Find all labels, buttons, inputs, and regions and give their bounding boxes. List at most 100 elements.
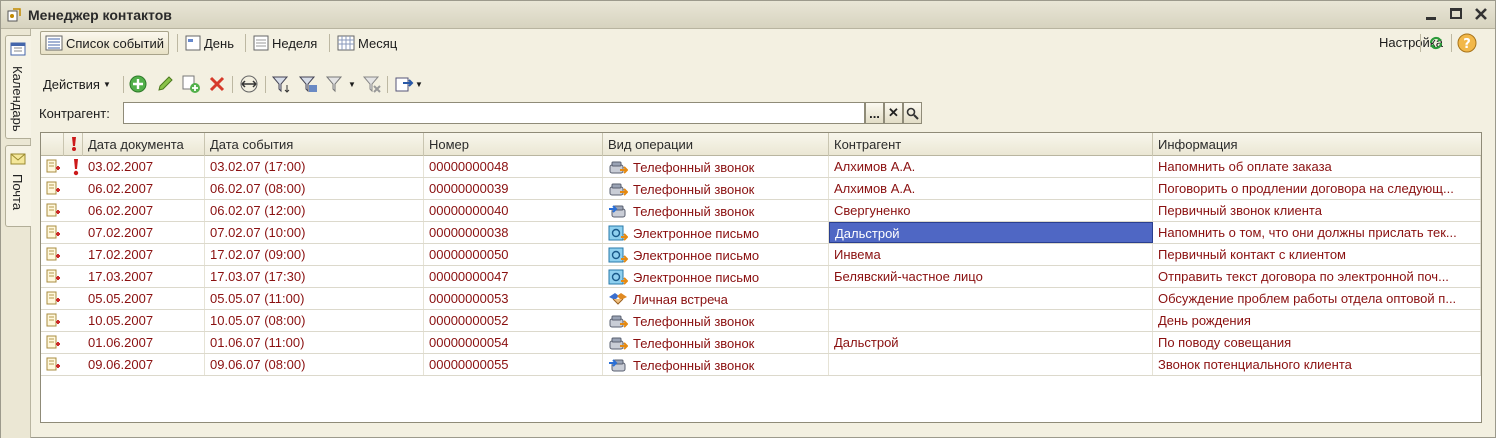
number-cell[interactable]: 00000000050 [424,244,603,265]
table-row[interactable]: 01.06.2007 01.06.07 (11:00) 00000000054 Тел… [41,332,1481,354]
clear-button[interactable]: ✕ [884,102,903,124]
operation-type-cell[interactable]: Телефонный звонок [603,310,829,331]
counterparty-cell[interactable] [829,288,1153,309]
event-date-cell[interactable]: 10.05.07 (08:00) [205,310,424,331]
counterparty-cell[interactable]: Белявский-частное лицо [829,266,1153,287]
operation-type-cell[interactable]: Телефонный звонок [603,332,829,353]
header-information[interactable]: Информация [1153,133,1481,156]
number-cell[interactable]: 00000000038 [424,222,603,243]
help-icon[interactable]: ? [1457,33,1477,53]
filter-icon[interactable] [270,73,292,95]
tab-mail[interactable]: Почта [5,145,31,227]
information-cell[interactable]: Напомнить о том, что они должны прислать… [1153,222,1481,243]
delete-icon[interactable] [208,73,226,95]
number-cell[interactable]: 00000000047 [424,266,603,287]
view-week-button[interactable]: Неделя [249,31,321,55]
information-cell[interactable]: Отправить текст договора по электронной … [1153,266,1481,287]
event-date-cell[interactable]: 05.05.07 (11:00) [205,288,424,309]
header-doc-date[interactable]: Дата документа [83,133,205,156]
number-cell[interactable]: 00000000054 [424,332,603,353]
number-cell[interactable]: 00000000039 [424,178,603,199]
counterparty-cell[interactable]: Алхимов А.А. [829,178,1153,199]
operation-type-cell[interactable]: Электронное письмо [603,222,829,243]
event-date-cell[interactable]: 06.02.07 (12:00) [205,200,424,221]
doc-date-cell[interactable]: 17.03.2007 [83,266,205,287]
table-row[interactable]: 05.05.2007 05.05.07 (11:00) 00000000053 Лич… [41,288,1481,310]
counterparty-input[interactable] [123,102,865,124]
edit-pencil-icon[interactable] [156,73,174,95]
copy-icon[interactable] [181,73,201,95]
doc-date-cell[interactable]: 01.06.2007 [83,332,205,353]
operation-type-cell[interactable]: Электронное письмо [603,266,829,287]
select-ellipsis-button[interactable]: ... [865,102,884,124]
close-icon[interactable] [1473,6,1489,22]
doc-date-cell[interactable]: 05.05.2007 [83,288,205,309]
information-cell[interactable]: Напомнить об оплате заказа [1153,156,1481,177]
table-row[interactable]: 10.05.2007 10.05.07 (08:00) 00000000052 Тел… [41,310,1481,332]
add-icon[interactable] [128,73,148,95]
operation-type-cell[interactable]: Личная встреча [603,288,829,309]
header-counterparty[interactable]: Контрагент [829,133,1153,156]
actions-menu-button[interactable]: Действия ▼ [43,73,111,95]
number-cell[interactable]: 00000000052 [424,310,603,331]
event-date-cell[interactable]: 17.03.07 (17:30) [205,266,424,287]
header-operation-type[interactable]: Вид операции [603,133,829,156]
print-icon[interactable] [393,73,415,95]
number-cell[interactable]: 00000000040 [424,200,603,221]
table-row[interactable]: 06.02.2007 06.02.07 (12:00) 00000000040 Тел… [41,200,1481,222]
information-cell[interactable]: Поговорить о продлении договора на следу… [1153,178,1481,199]
information-cell[interactable]: Обсуждение проблем работы отдела оптовой… [1153,288,1481,309]
counterparty-cell[interactable]: Свергуненко [829,200,1153,221]
counterparty-cell[interactable]: Инвема [829,244,1153,265]
header-event-date[interactable]: Дата события [205,133,424,156]
filter-history-icon[interactable] [324,73,346,95]
doc-date-cell[interactable]: 09.06.2007 [83,354,205,375]
number-cell[interactable]: 00000000048 [424,156,603,177]
counterparty-cell[interactable]: Дальстрой [829,332,1153,353]
event-date-cell[interactable]: 07.02.07 (10:00) [205,222,424,243]
view-event-list-button[interactable]: Список событий [40,31,170,55]
dropdown-arrow-icon[interactable]: ▼ [348,73,356,95]
filter-select-icon[interactable] [297,73,319,95]
header-number[interactable]: Номер [424,133,603,156]
table-row[interactable]: 06.02.2007 06.02.07 (08:00) 00000000039 Тел… [41,178,1481,200]
maximize-icon[interactable] [1448,6,1464,22]
search-button[interactable] [903,102,922,124]
operation-type-cell[interactable]: Телефонный звонок [603,178,829,199]
view-month-button[interactable]: Месяц [333,31,401,55]
number-cell[interactable]: 00000000053 [424,288,603,309]
refresh-icon[interactable] [1426,33,1446,53]
table-row[interactable]: 03.02.2007 03.02.07 (17:00) 00000000048 Тел… [41,156,1481,178]
minimize-icon[interactable] [1423,6,1439,22]
dropdown-arrow-icon[interactable]: ▼ [415,73,423,95]
event-date-cell[interactable]: 01.06.07 (11:00) [205,332,424,353]
counterparty-cell[interactable] [829,310,1153,331]
information-cell[interactable]: Первичный звонок клиента [1153,200,1481,221]
tab-calendar[interactable]: Календарь [5,35,31,139]
table-row[interactable]: 09.06.2007 09.06.07 (08:00) 00000000055 Тел… [41,354,1481,376]
event-date-cell[interactable]: 06.02.07 (08:00) [205,178,424,199]
operation-type-cell[interactable]: Телефонный звонок [603,354,829,375]
view-day-button[interactable]: День [181,31,238,55]
event-date-cell[interactable]: 03.02.07 (17:00) [205,156,424,177]
doc-date-cell[interactable]: 17.02.2007 [83,244,205,265]
information-cell[interactable]: Первичный контакт с клиентом [1153,244,1481,265]
event-date-cell[interactable]: 17.02.07 (09:00) [205,244,424,265]
information-cell[interactable]: День рождения [1153,310,1481,331]
doc-date-cell[interactable]: 07.02.2007 [83,222,205,243]
doc-date-cell[interactable]: 06.02.2007 [83,178,205,199]
counterparty-cell[interactable] [829,354,1153,375]
operation-type-cell[interactable]: Электронное письмо [603,244,829,265]
operation-type-cell[interactable]: Телефонный звонок [603,156,829,177]
navigate-icon[interactable] [238,73,260,95]
information-cell[interactable]: По поводу совещания [1153,332,1481,353]
filter-clear-icon[interactable] [361,73,383,95]
counterparty-cell[interactable]: Алхимов А.А. [829,156,1153,177]
doc-date-cell[interactable]: 03.02.2007 [83,156,205,177]
doc-date-cell[interactable]: 06.02.2007 [83,200,205,221]
operation-type-cell[interactable]: Телефонный звонок [603,200,829,221]
table-row[interactable]: 17.03.2007 17.03.07 (17:30) 00000000047 Эле… [41,266,1481,288]
number-cell[interactable]: 00000000055 [424,354,603,375]
table-row[interactable]: 17.02.2007 17.02.07 (09:00) 00000000050 Эле… [41,244,1481,266]
counterparty-cell[interactable]: Дальстрой [829,222,1153,243]
